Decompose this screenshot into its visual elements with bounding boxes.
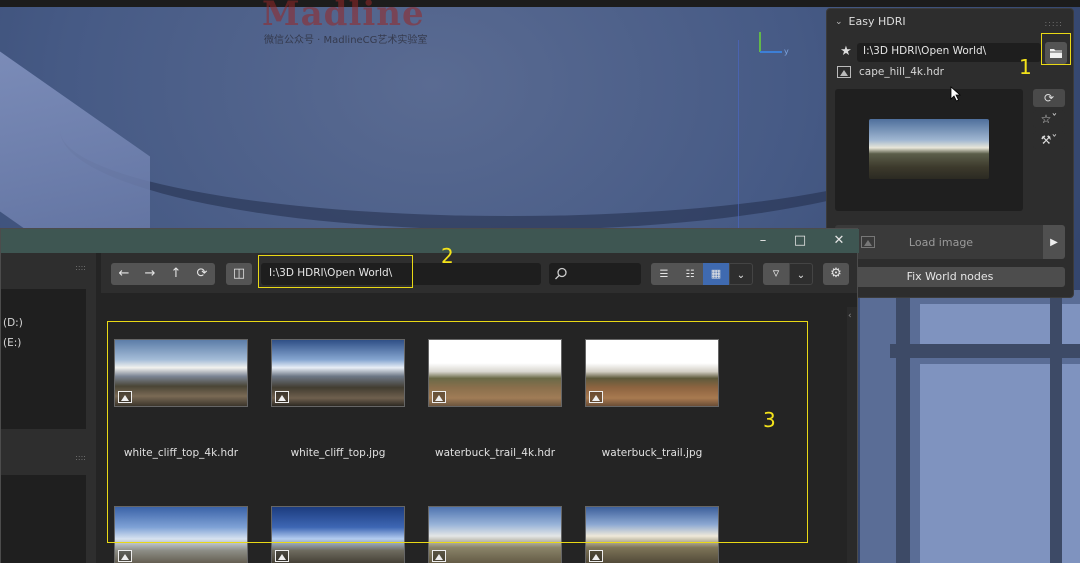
- image-file-icon: [118, 550, 132, 562]
- window-frame: [860, 290, 1080, 563]
- arrow-left-icon: ←: [118, 266, 130, 281]
- sidebar-bookmarks: ::::: [1, 443, 96, 563]
- filter-icon: ▿: [772, 266, 780, 281]
- drive-d[interactable]: (D:): [3, 317, 23, 329]
- axis-line: [738, 40, 739, 240]
- refresh-button[interactable]: ⟳: [1033, 89, 1065, 107]
- ceiling-curve: [60, 30, 960, 230]
- load-image-label: Load image: [908, 235, 974, 249]
- hdri-path-field[interactable]: I:\3D HDRI\Open World\: [857, 43, 1041, 62]
- star-outline-icon: ☆ˇ: [1040, 112, 1058, 126]
- preview-thumbnail: [869, 119, 989, 179]
- display-options-dropdown[interactable]: ⌄: [729, 263, 753, 285]
- image-file-icon: [275, 550, 289, 562]
- arrow-right-icon: →: [144, 266, 156, 281]
- gear-icon: ⚙: [830, 266, 842, 281]
- close-icon[interactable]: ✕: [829, 232, 849, 250]
- chevron-down-icon: ⌄: [796, 270, 806, 281]
- panel-title: Easy HDRI: [848, 15, 906, 28]
- settings-dropdown[interactable]: ⚒ˇ: [1033, 131, 1065, 149]
- search-icon: [555, 267, 567, 280]
- highlight-box-3: [107, 321, 808, 543]
- axis-gizmo-icon: y: [759, 32, 789, 56]
- panel-header[interactable]: ⌄ Easy HDRI: [835, 15, 906, 28]
- list-icon: ☰: [659, 269, 669, 280]
- refresh-button[interactable]: ⟳: [189, 263, 215, 285]
- window-titlebar[interactable]: – □ ✕: [1, 229, 859, 253]
- window-bar-right: [1050, 290, 1062, 563]
- load-image-button[interactable]: Load image: [835, 225, 1047, 259]
- image-file-icon: [432, 550, 446, 562]
- chevron-down-icon: ⌄: [835, 16, 843, 27]
- new-folder-button[interactable]: ◫: [226, 263, 252, 285]
- display-thumbnails-button[interactable]: ▦: [703, 263, 729, 285]
- mouse-cursor-icon: [950, 86, 962, 102]
- easy-hdri-panel: ⌄ Easy HDRI ::::: ★ I:\3D HDRI\Open Worl…: [826, 8, 1074, 298]
- filter-button[interactable]: ▿: [763, 263, 789, 285]
- forward-button[interactable]: →: [137, 263, 163, 285]
- search-field[interactable]: [549, 263, 641, 285]
- refresh-icon: ⟳: [1043, 91, 1055, 105]
- refresh-icon: ⟳: [196, 266, 208, 281]
- volumes-list: (D:) (E:): [1, 289, 86, 429]
- marker-3: 3: [763, 408, 776, 432]
- marker-1: 1: [1019, 55, 1032, 79]
- display-list-horizontal-button[interactable]: ☷: [677, 263, 703, 285]
- current-file-row[interactable]: cape_hill_4k.hdr: [837, 66, 944, 78]
- svg-text:y: y: [784, 47, 789, 56]
- fix-world-nodes-button[interactable]: Fix World nodes: [835, 267, 1065, 287]
- display-list-vertical-button[interactable]: ☰: [651, 263, 677, 285]
- wrench-icon: ⚒ˇ: [1040, 133, 1058, 147]
- bookmarks-list: [1, 475, 86, 563]
- watermark-subtitle: 微信公众号 · MadlineCG艺术实验室: [264, 35, 428, 46]
- image-file-icon: [837, 66, 851, 78]
- window-bar-middle: [890, 344, 1080, 358]
- file-browser-toolbar: ← → ↑ ⟳ ◫ I:\3D HDRI\Open World\ ☰ ☷ ▦ ⌄…: [101, 253, 857, 293]
- window-bar-left: [896, 290, 910, 563]
- image-file-icon: [589, 550, 603, 562]
- drag-grip-icon[interactable]: ::::: [75, 263, 86, 272]
- drive-e[interactable]: (E:): [3, 337, 21, 349]
- drag-grip-icon[interactable]: :::::: [1045, 19, 1063, 28]
- play-arrow-icon[interactable]: ▶: [1043, 225, 1065, 259]
- new-folder-icon: ◫: [232, 266, 246, 281]
- back-button[interactable]: ←: [111, 263, 137, 285]
- favorite-star-icon[interactable]: ★: [837, 43, 855, 61]
- current-file-name: cape_hill_4k.hdr: [859, 66, 944, 78]
- highlight-box-1: [1041, 33, 1071, 65]
- image-icon: [861, 236, 875, 248]
- drag-grip-icon[interactable]: ::::: [75, 453, 86, 462]
- hdri-preview[interactable]: [835, 89, 1023, 211]
- filter-options-dropdown[interactable]: ⌄: [789, 263, 813, 285]
- chevron-down-icon: ⌄: [736, 270, 746, 281]
- settings-button[interactable]: ⚙: [823, 263, 849, 285]
- parent-directory-button[interactable]: ↑: [163, 263, 189, 285]
- marker-2: 2: [441, 244, 454, 268]
- highlight-box-2: [258, 255, 413, 288]
- maximize-icon[interactable]: □: [790, 232, 810, 250]
- arrow-up-icon: ↑: [170, 266, 182, 281]
- columns-icon: ☷: [685, 269, 695, 280]
- favorites-dropdown[interactable]: ☆ˇ: [1033, 110, 1065, 128]
- scrollbar[interactable]: ‹: [847, 307, 857, 563]
- top-bar: [0, 0, 1080, 7]
- minimize-icon[interactable]: –: [753, 232, 773, 250]
- sidebar-volumes: :::: (D:) (E:): [1, 253, 96, 443]
- chevron-left-icon[interactable]: ‹: [848, 311, 852, 321]
- grid-icon: ▦: [710, 267, 722, 280]
